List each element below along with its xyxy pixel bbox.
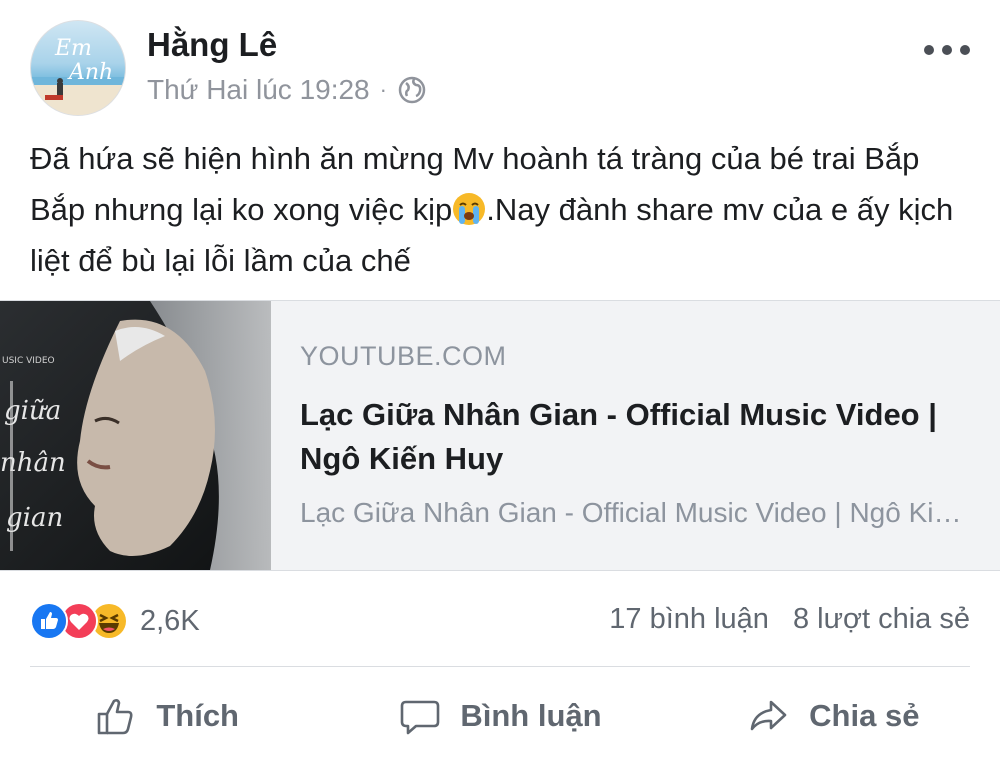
- link-domain: YOUTUBE.COM: [300, 341, 507, 371]
- comment-button[interactable]: Bình luận: [333, 668, 666, 764]
- post-text: Đã hứa sẽ hiện hình ăn mừng Mv hoành tá …: [30, 133, 970, 286]
- post-timestamp[interactable]: Thứ Hai lúc 19:28: [147, 74, 370, 106]
- globe-icon[interactable]: [397, 75, 427, 105]
- link-body[interactable]: YOUTUBE.COM Lạc Giữa Nhân Gian - Officia…: [300, 301, 980, 570]
- meta-separator: ·: [379, 77, 387, 102]
- share-arrow-icon: [750, 700, 787, 731]
- author-name[interactable]: Hằng Lê: [147, 26, 277, 64]
- share-label: Chia sẻ: [809, 698, 920, 733]
- author-avatar[interactable]: Em Anh: [30, 20, 126, 116]
- svg-text:gian: gian: [6, 503, 63, 533]
- post-header: Em Anh Hằng Lê Thứ Hai lúc 19:28 ·: [0, 0, 1000, 125]
- comment-bubble-icon: [401, 700, 440, 735]
- svg-text:USIC VIDEO: USIC VIDEO: [2, 356, 55, 366]
- reactions-summary[interactable]: 2,6K: [30, 600, 200, 642]
- reaction-count: 2,6K: [140, 604, 200, 637]
- post-meta: Thứ Hai lúc 19:28 ·: [147, 74, 427, 106]
- crying-face-emoji: [452, 190, 486, 225]
- link-description: Lạc Giữa Nhân Gian - Official Music Vide…: [300, 497, 970, 528]
- comments-count[interactable]: 17 bình luận: [609, 603, 769, 636]
- like-button[interactable]: Thích: [0, 668, 333, 764]
- video-thumbnail-image: USIC VIDEO giữa nhân gian: [0, 301, 271, 570]
- avatar-image: Em Anh: [31, 36, 125, 115]
- thumbs-up-icon: [98, 699, 133, 735]
- post-actions: Thích Bình luận Chia sẻ: [0, 668, 1000, 764]
- link-title[interactable]: Lạc Giữa Nhân Gian - Official Music Vide…: [300, 393, 960, 481]
- comment-label: Bình luận: [460, 698, 602, 733]
- svg-text:Anh: Anh: [67, 60, 113, 85]
- like-reaction-icon: [30, 602, 68, 640]
- svg-text:nhân: nhân: [0, 448, 66, 478]
- engagement-counts: 17 bình luận 8 lượt chia sẻ: [609, 603, 970, 636]
- svg-text:Em: Em: [54, 36, 92, 61]
- more-options-button[interactable]: [924, 36, 970, 64]
- share-button[interactable]: Chia sẻ: [667, 668, 1000, 764]
- shares-count[interactable]: 8 lượt chia sẻ: [793, 603, 970, 636]
- link-thumbnail[interactable]: USIC VIDEO giữa nhân gian: [0, 301, 271, 570]
- link-preview-card[interactable]: USIC VIDEO giữa nhân gian YOUTUBE.COM Lạ…: [0, 300, 1000, 571]
- more-horizontal-icon: [924, 45, 934, 55]
- post-stats: 2,6K 17 bình luận 8 lượt chia sẻ: [30, 597, 970, 645]
- actions-divider: [30, 666, 970, 667]
- like-label: Thích: [156, 698, 239, 733]
